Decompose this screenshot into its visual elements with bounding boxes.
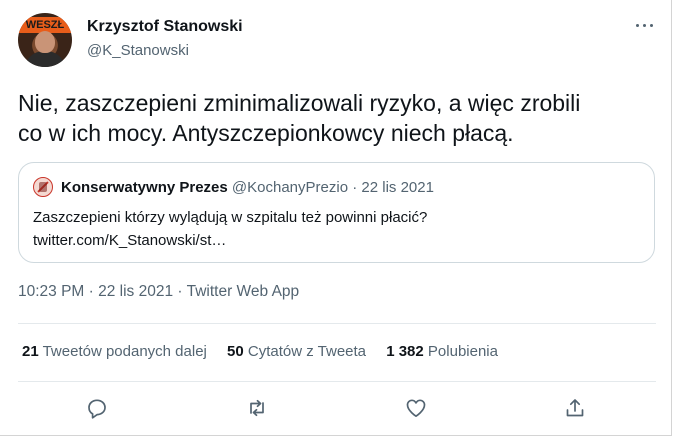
quoted-tweet[interactable]: Konserwatywny Prezes @KochanyPrezio · 22… xyxy=(18,162,655,263)
author-handle[interactable]: @K_Stanowski xyxy=(87,42,189,59)
more-dots-icon xyxy=(643,24,646,27)
quote-author-avatar[interactable] xyxy=(33,177,53,197)
quote-author-handle: @KochanyPrezio xyxy=(231,179,349,196)
reply-icon xyxy=(88,399,106,419)
quote-author-name: Konserwatywny Prezes xyxy=(61,179,228,196)
tweet-text-line: Nie, zaszczepieni zminimalizowali ryzyko… xyxy=(18,90,581,116)
tweet-text: Nie, zaszczepieni zminimalizowali ryzyko… xyxy=(18,88,658,148)
engagement-stats: 21 Tweetów podanych dalej 50 Cytatów z T… xyxy=(22,343,514,360)
quotes-stat[interactable]: 50 Cytatów z Tweeta xyxy=(227,343,366,360)
more-dots-icon xyxy=(650,24,653,27)
action-bar xyxy=(0,392,672,426)
tweet-card: WESZŁ Krzysztof Stanowski @K_Stanowski N… xyxy=(0,0,672,436)
quote-text-line: Zaszczepieni którzy wylądują w szpitalu … xyxy=(33,209,428,226)
retweets-stat[interactable]: 21 Tweetów podanych dalej xyxy=(22,343,207,360)
quote-link[interactable]: twitter.com/K_Stanowski/st… xyxy=(33,229,633,252)
retweets-label: Tweetów podanych dalej xyxy=(42,343,207,360)
author-avatar[interactable]: WESZŁ xyxy=(18,13,72,67)
quotes-label: Cytatów z Tweeta xyxy=(247,343,367,360)
author-name[interactable]: Krzysztof Stanowski xyxy=(87,18,243,36)
divider xyxy=(18,323,656,324)
share-button[interactable] xyxy=(563,396,589,422)
likes-count: 1 382 xyxy=(386,343,424,360)
quotes-count: 50 xyxy=(227,343,244,360)
quote-date[interactable]: 22 lis 2021 xyxy=(361,179,434,196)
avatar-shirt xyxy=(24,51,66,67)
like-button[interactable] xyxy=(404,396,430,422)
share-icon xyxy=(566,399,584,417)
quote-header: Konserwatywny Prezes @KochanyPrezio · 22… xyxy=(61,179,434,196)
more-options-button[interactable] xyxy=(632,16,658,36)
quote-separator: · xyxy=(348,179,362,196)
more-dots-icon xyxy=(636,24,639,27)
quote-text: Zaszczepieni którzy wylądują w szpitalu … xyxy=(33,206,633,252)
tweet-text-line: co w ich mocy. Antyszczepionkowcy niech … xyxy=(18,120,514,146)
avatar-face xyxy=(35,31,55,53)
retweets-count: 21 xyxy=(22,343,39,360)
reply-button[interactable] xyxy=(85,396,111,422)
retweet-icon xyxy=(250,399,264,417)
like-icon xyxy=(406,399,426,418)
likes-label: Polubienia xyxy=(427,343,498,360)
likes-stat[interactable]: 1 382 Polubienia xyxy=(386,343,498,360)
tweet-timestamp[interactable]: 10:23 PM · 22 lis 2021 · Twitter Web App xyxy=(18,283,299,301)
retweet-button[interactable] xyxy=(245,396,271,422)
divider xyxy=(18,381,656,382)
